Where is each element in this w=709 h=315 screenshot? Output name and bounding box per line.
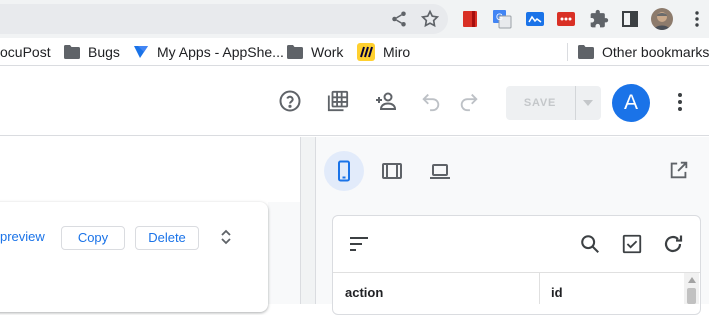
bookmark-work[interactable]: Work <box>287 38 343 66</box>
bookmark-miro[interactable]: Miro <box>357 38 410 66</box>
pane-resize-divider[interactable] <box>300 137 316 304</box>
side-panel-icon[interactable] <box>620 9 640 29</box>
bookmark-label: Miro <box>383 44 411 60</box>
scrollbar-thumb[interactable] <box>687 288 696 304</box>
column-header-id[interactable]: id <box>551 285 563 300</box>
folder-icon <box>287 45 303 59</box>
scroll-up-arrow-icon[interactable] <box>688 277 696 283</box>
bookmark-bugs[interactable]: Bugs <box>64 38 120 66</box>
miro-icon <box>357 43 375 61</box>
table-column-divider <box>539 273 540 304</box>
bookmark-star-icon[interactable] <box>420 9 440 29</box>
svg-text:G: G <box>496 12 503 22</box>
address-bar[interactable] <box>0 4 448 34</box>
red-dots-extension-icon[interactable] <box>556 9 576 29</box>
preview-button[interactable]: preview <box>0 226 50 250</box>
redo-icon[interactable] <box>456 88 482 114</box>
folder-icon <box>578 45 594 59</box>
column-header-action[interactable]: action <box>345 285 383 300</box>
bookmarks-divider <box>567 43 568 61</box>
save-options-caret-icon[interactable] <box>582 99 594 107</box>
tablet-device-icon[interactable] <box>380 159 404 183</box>
more-options-icon[interactable] <box>670 91 690 113</box>
bookmark-label: ocuPost <box>0 44 51 60</box>
user-avatar[interactable]: A <box>612 84 650 122</box>
share-icon[interactable] <box>390 10 408 28</box>
preview-toolbar-divider <box>333 272 700 273</box>
save-button-label: SAVE <box>523 97 557 109</box>
expand-collapse-icon[interactable] <box>219 229 233 245</box>
bookmark-label: My Apps - AppShe... <box>157 44 284 60</box>
refresh-icon[interactable] <box>661 232 685 256</box>
editor-gutter <box>268 202 300 304</box>
search-icon[interactable] <box>579 233 601 255</box>
translate-extension-icon[interactable]: G <box>492 9 512 29</box>
red-book-extension-icon[interactable] <box>460 9 480 29</box>
blue-screen-extension-icon[interactable] <box>525 9 545 29</box>
app-header <box>0 66 709 136</box>
add-person-icon[interactable] <box>373 88 399 114</box>
table-view-icon[interactable] <box>325 88 351 114</box>
open-external-icon[interactable] <box>668 159 692 183</box>
bookmark-label: Other bookmarks <box>602 44 709 60</box>
undo-icon[interactable] <box>418 88 444 114</box>
appsheet-icon <box>133 44 149 60</box>
save-split-divider <box>575 86 576 120</box>
profile-avatar[interactable] <box>651 8 673 30</box>
bookmark-docupost[interactable]: ocuPost <box>0 38 51 66</box>
chrome-menu-icon[interactable] <box>688 10 706 28</box>
mobile-device-icon[interactable] <box>332 159 356 183</box>
bookmark-my-apps[interactable]: My Apps - AppShe... <box>133 38 284 66</box>
folder-icon <box>64 45 80 59</box>
bookmark-label: Bugs <box>88 44 120 60</box>
delete-button[interactable]: Delete <box>135 226 199 250</box>
sort-icon[interactable] <box>349 235 371 253</box>
desktop-device-icon[interactable] <box>428 159 452 183</box>
app-preview-frame <box>332 215 701 315</box>
bookmark-other[interactable]: Other bookmarks <box>578 38 709 66</box>
bookmark-label: Work <box>311 44 344 60</box>
copy-button[interactable]: Copy <box>61 226 125 250</box>
help-icon[interactable] <box>277 88 303 114</box>
editor-card <box>0 202 268 312</box>
select-checkbox-icon[interactable] <box>621 233 643 255</box>
extensions-puzzle-icon[interactable] <box>589 9 609 29</box>
